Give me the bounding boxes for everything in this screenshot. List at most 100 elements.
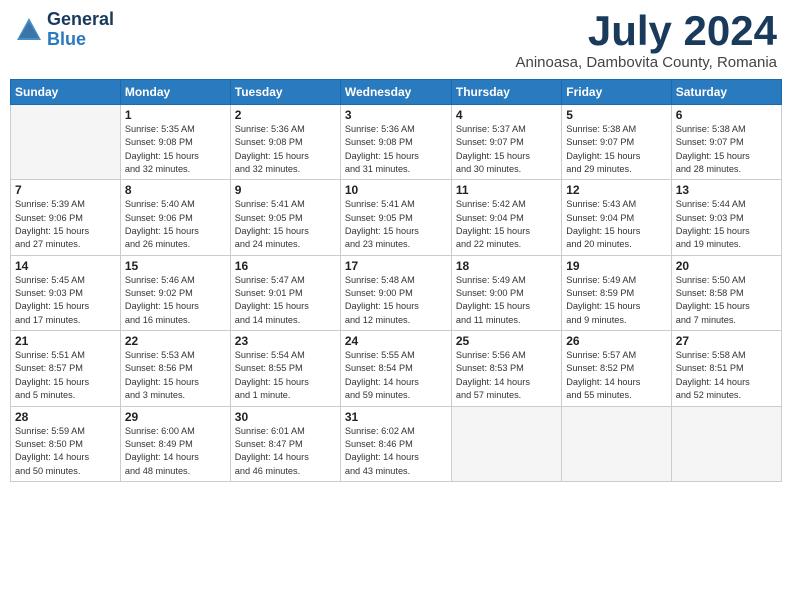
weekday-header-sunday: Sunday [11,80,121,105]
calendar-cell: 28Sunrise: 5:59 AM Sunset: 8:50 PM Dayli… [11,406,121,481]
day-number: 18 [456,259,557,273]
calendar-cell: 29Sunrise: 6:00 AM Sunset: 8:49 PM Dayli… [120,406,230,481]
calendar-cell: 5Sunrise: 5:38 AM Sunset: 9:07 PM Daylig… [562,105,671,180]
calendar-cell: 10Sunrise: 5:41 AM Sunset: 9:05 PM Dayli… [340,180,451,255]
day-number: 13 [676,183,777,197]
day-number: 25 [456,334,557,348]
calendar-cell: 21Sunrise: 5:51 AM Sunset: 8:57 PM Dayli… [11,331,121,406]
calendar-cell: 17Sunrise: 5:48 AM Sunset: 9:00 PM Dayli… [340,255,451,330]
day-info: Sunrise: 5:35 AM Sunset: 9:08 PM Dayligh… [125,123,226,176]
title-area: July 2024 Aninoasa, Dambovita County, Ro… [515,10,777,71]
calendar-cell [11,105,121,180]
calendar-cell: 18Sunrise: 5:49 AM Sunset: 9:00 PM Dayli… [451,255,561,330]
day-info: Sunrise: 5:49 AM Sunset: 9:00 PM Dayligh… [456,274,557,327]
logo: General Blue [15,10,114,50]
calendar-cell: 2Sunrise: 5:36 AM Sunset: 9:08 PM Daylig… [230,105,340,180]
day-info: Sunrise: 5:48 AM Sunset: 9:00 PM Dayligh… [345,274,447,327]
day-number: 28 [15,410,116,424]
calendar-cell: 3Sunrise: 5:36 AM Sunset: 9:08 PM Daylig… [340,105,451,180]
day-info: Sunrise: 5:43 AM Sunset: 9:04 PM Dayligh… [566,198,666,251]
day-info: Sunrise: 5:49 AM Sunset: 8:59 PM Dayligh… [566,274,666,327]
weekday-header-saturday: Saturday [671,80,781,105]
weekday-header-tuesday: Tuesday [230,80,340,105]
day-info: Sunrise: 5:55 AM Sunset: 8:54 PM Dayligh… [345,349,447,402]
day-info: Sunrise: 5:59 AM Sunset: 8:50 PM Dayligh… [15,425,116,478]
page-header: General Blue July 2024 Aninoasa, Dambovi… [10,10,782,71]
day-number: 6 [676,108,777,122]
day-info: Sunrise: 5:38 AM Sunset: 9:07 PM Dayligh… [566,123,666,176]
day-info: Sunrise: 5:44 AM Sunset: 9:03 PM Dayligh… [676,198,777,251]
day-number: 30 [235,410,336,424]
day-number: 10 [345,183,447,197]
day-number: 7 [15,183,116,197]
day-number: 16 [235,259,336,273]
day-number: 1 [125,108,226,122]
day-number: 14 [15,259,116,273]
day-number: 29 [125,410,226,424]
day-info: Sunrise: 5:36 AM Sunset: 9:08 PM Dayligh… [345,123,447,176]
day-number: 26 [566,334,666,348]
calendar-cell: 4Sunrise: 5:37 AM Sunset: 9:07 PM Daylig… [451,105,561,180]
day-info: Sunrise: 5:40 AM Sunset: 9:06 PM Dayligh… [125,198,226,251]
calendar-cell: 23Sunrise: 5:54 AM Sunset: 8:55 PM Dayli… [230,331,340,406]
day-number: 11 [456,183,557,197]
weekday-header-thursday: Thursday [451,80,561,105]
day-info: Sunrise: 5:57 AM Sunset: 8:52 PM Dayligh… [566,349,666,402]
calendar-cell: 24Sunrise: 5:55 AM Sunset: 8:54 PM Dayli… [340,331,451,406]
week-row-5: 28Sunrise: 5:59 AM Sunset: 8:50 PM Dayli… [11,406,782,481]
day-number: 17 [345,259,447,273]
day-number: 31 [345,410,447,424]
day-info: Sunrise: 6:01 AM Sunset: 8:47 PM Dayligh… [235,425,336,478]
month-title: July 2024 [515,10,777,52]
day-number: 24 [345,334,447,348]
day-info: Sunrise: 5:42 AM Sunset: 9:04 PM Dayligh… [456,198,557,251]
day-number: 12 [566,183,666,197]
day-info: Sunrise: 5:53 AM Sunset: 8:56 PM Dayligh… [125,349,226,402]
weekday-header-row: SundayMondayTuesdayWednesdayThursdayFrid… [11,80,782,105]
day-info: Sunrise: 5:46 AM Sunset: 9:02 PM Dayligh… [125,274,226,327]
day-info: Sunrise: 5:41 AM Sunset: 9:05 PM Dayligh… [345,198,447,251]
calendar-cell: 13Sunrise: 5:44 AM Sunset: 9:03 PM Dayli… [671,180,781,255]
day-number: 4 [456,108,557,122]
day-info: Sunrise: 5:50 AM Sunset: 8:58 PM Dayligh… [676,274,777,327]
day-number: 23 [235,334,336,348]
calendar-cell [451,406,561,481]
logo-general: General [47,10,114,30]
day-number: 8 [125,183,226,197]
calendar-cell: 7Sunrise: 5:39 AM Sunset: 9:06 PM Daylig… [11,180,121,255]
weekday-header-wednesday: Wednesday [340,80,451,105]
day-info: Sunrise: 5:41 AM Sunset: 9:05 PM Dayligh… [235,198,336,251]
calendar-cell: 15Sunrise: 5:46 AM Sunset: 9:02 PM Dayli… [120,255,230,330]
calendar-cell: 31Sunrise: 6:02 AM Sunset: 8:46 PM Dayli… [340,406,451,481]
location: Aninoasa, Dambovita County, Romania [515,54,777,71]
day-number: 19 [566,259,666,273]
day-number: 27 [676,334,777,348]
logo-icon [15,16,43,44]
calendar-cell: 14Sunrise: 5:45 AM Sunset: 9:03 PM Dayli… [11,255,121,330]
calendar-cell: 19Sunrise: 5:49 AM Sunset: 8:59 PM Dayli… [562,255,671,330]
calendar: SundayMondayTuesdayWednesdayThursdayFrid… [10,79,782,482]
week-row-3: 14Sunrise: 5:45 AM Sunset: 9:03 PM Dayli… [11,255,782,330]
day-info: Sunrise: 5:56 AM Sunset: 8:53 PM Dayligh… [456,349,557,402]
week-row-4: 21Sunrise: 5:51 AM Sunset: 8:57 PM Dayli… [11,331,782,406]
calendar-cell: 22Sunrise: 5:53 AM Sunset: 8:56 PM Dayli… [120,331,230,406]
calendar-cell [562,406,671,481]
day-info: Sunrise: 5:58 AM Sunset: 8:51 PM Dayligh… [676,349,777,402]
logo-blue: Blue [47,30,114,50]
day-info: Sunrise: 5:38 AM Sunset: 9:07 PM Dayligh… [676,123,777,176]
day-number: 22 [125,334,226,348]
day-info: Sunrise: 5:45 AM Sunset: 9:03 PM Dayligh… [15,274,116,327]
day-number: 21 [15,334,116,348]
week-row-2: 7Sunrise: 5:39 AM Sunset: 9:06 PM Daylig… [11,180,782,255]
calendar-cell [671,406,781,481]
calendar-cell: 11Sunrise: 5:42 AM Sunset: 9:04 PM Dayli… [451,180,561,255]
day-info: Sunrise: 5:36 AM Sunset: 9:08 PM Dayligh… [235,123,336,176]
day-info: Sunrise: 6:00 AM Sunset: 8:49 PM Dayligh… [125,425,226,478]
day-info: Sunrise: 5:39 AM Sunset: 9:06 PM Dayligh… [15,198,116,251]
day-info: Sunrise: 5:37 AM Sunset: 9:07 PM Dayligh… [456,123,557,176]
calendar-cell: 25Sunrise: 5:56 AM Sunset: 8:53 PM Dayli… [451,331,561,406]
day-info: Sunrise: 5:47 AM Sunset: 9:01 PM Dayligh… [235,274,336,327]
day-number: 15 [125,259,226,273]
calendar-cell: 6Sunrise: 5:38 AM Sunset: 9:07 PM Daylig… [671,105,781,180]
weekday-header-monday: Monday [120,80,230,105]
